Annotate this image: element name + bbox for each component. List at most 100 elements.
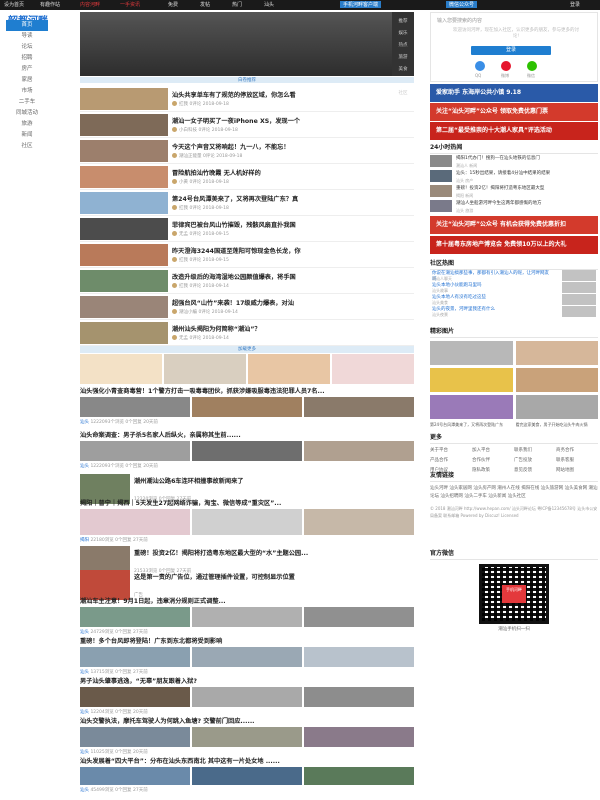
news-title[interactable]: 汕头共享单车有了规范的停放区域，你怎么看	[172, 90, 296, 99]
ad-image[interactable]	[80, 354, 162, 384]
banner-side-item[interactable]: 旅游	[392, 54, 414, 60]
news-thumbnail[interactable]	[80, 88, 168, 110]
nav-used-cars[interactable]: 二手车	[6, 97, 48, 108]
card-title[interactable]: 潮州潮汕公路6车连环相撞事故新闻来了	[134, 476, 414, 485]
card-image[interactable]	[304, 687, 414, 707]
news-card[interactable]: 潮汕车主注意！9月1日起，违章消分规则正式调整... 汕头 24729浏览 0个…	[80, 596, 414, 635]
login-link[interactable]: 登录	[570, 1, 580, 8]
news-thumbnail[interactable]	[80, 244, 168, 266]
list-item[interactable]: 汕头本地人有没有吃过这些 汕头美食	[430, 294, 598, 306]
gallery-item[interactable]: 第24号台风潭美来了，又将再次登陆广东	[430, 395, 513, 427]
banner-side-item[interactable]: 娱乐	[392, 30, 414, 36]
card-image[interactable]	[304, 607, 414, 627]
news-title[interactable]: 今天这个声音又将响起！九一八，不能忘！	[172, 142, 290, 151]
nav-jobs[interactable]: 招聘	[6, 53, 48, 64]
card-image[interactable]	[192, 509, 302, 535]
news-title[interactable]: 菲律宾巴被台风山竹摧毁，残骸风扇直扑我国	[172, 220, 296, 229]
news-thumbnail[interactable]	[80, 270, 168, 292]
gallery-item[interactable]: 分享一组这种造型潮人饮品	[430, 368, 513, 400]
news-thumbnail[interactable]	[80, 166, 168, 188]
list-item[interactable]: 重磅！投资2亿！揭阳将打造粤东地区最大型 揭阳 新闻	[430, 184, 598, 199]
app-download-button[interactable]: 手机河畔客户端	[340, 1, 382, 8]
weibo-icon[interactable]	[501, 61, 511, 71]
gallery-item[interactable]: 那年我们在汕头吃过最好吃的	[515, 341, 598, 373]
card-image[interactable]	[80, 509, 190, 535]
card-title[interactable]: 这是第一责的广告位，通过管理插件设置，可控制显示位置	[134, 572, 414, 581]
wechat-account-button[interactable]: 微信公众号	[446, 1, 478, 8]
news-thumbnail[interactable]	[80, 192, 168, 214]
more-link[interactable]: 联系客服	[556, 457, 598, 463]
list-item[interactable]: 改造升级后的海湾湿地公园颜值爆表，将手国 扛我 0评论 2018-09-14	[80, 268, 414, 294]
list-item[interactable]: 汕头的夜景，河畔里我还有什么 汕头夜景	[430, 306, 598, 318]
community-thumbnail[interactable]	[562, 270, 596, 281]
card-title[interactable]: 重磅！多个台风即将登陆！广东到东北都将受到影响	[80, 636, 414, 645]
list-item[interactable]: 菲律宾巴被台风山竹摧毁，残骸风扇直扑我国 无孟 0评论 2018-09-15	[80, 216, 414, 242]
nav-forum[interactable]: 论坛	[6, 42, 48, 53]
card-image[interactable]	[304, 509, 414, 535]
ad-banner[interactable]: 第二届“最受推崇的十大潮人家具”评选活动	[430, 122, 598, 140]
news-thumbnail[interactable]	[80, 218, 168, 240]
news-title[interactable]: 第24号台风潭美来了，又将再次登陆广东？真	[172, 194, 298, 203]
hot-thumbnail[interactable]	[430, 155, 452, 167]
card-title[interactable]: 汕头交警执法，摩托车驾驶人为何跳入鱼塘? 交警前门回应......	[80, 716, 414, 725]
more-link[interactable]: 加入平台	[472, 447, 514, 453]
banner-side-item[interactable]: 热点	[392, 42, 414, 48]
hot-thumbnail[interactable]	[430, 185, 452, 197]
more-link[interactable]: 产品合作	[430, 457, 472, 463]
card-image[interactable]	[80, 767, 190, 785]
nav-market[interactable]: 市场	[6, 86, 48, 97]
news-link[interactable]: 一手资讯	[120, 1, 140, 8]
card-image[interactable]	[304, 727, 414, 747]
news-card[interactable]: 汕头命案调查：男子杀5名家人后纵火，亲属称其生前...... 汕头 122209…	[80, 430, 414, 469]
slider-bar[interactable]: 白卷推荐	[80, 77, 414, 83]
card-image[interactable]	[304, 767, 414, 785]
news-thumbnail[interactable]	[80, 114, 168, 136]
ad-banner[interactable]: 第十届粤东房地产博览会 免费领10万以上的大礼	[430, 236, 598, 254]
set-home-link[interactable]: 设为首页	[4, 1, 24, 8]
nav-community[interactable]: 社区	[6, 141, 48, 152]
login-button[interactable]: 登录	[471, 46, 551, 55]
list-item[interactable]: 今天这个声音又将响起！九一八，不能忘！ 潮汕正能量 0评论 2018-09-18	[80, 138, 414, 164]
banner-side-item[interactable]: 推荐	[392, 18, 414, 24]
news-title[interactable]: 改造升级后的海湾湿地公园颜值爆表，将手国	[172, 272, 296, 281]
list-item[interactable]: 昨天澄海3244国道至莲阳可惊现金色长龙，你 扛我 0评论 2018-09-15	[80, 242, 414, 268]
list-item[interactable]: 潮州汕头揭阳为何简称“潮汕”？ 无孟 0评论 2018-09-14	[80, 320, 414, 346]
news-card[interactable]: 汕头交警执法，摩托车驾驶人为何跳入鱼塘? 交警前门回应...... 汕头 110…	[80, 716, 414, 755]
card-image[interactable]	[80, 727, 190, 747]
gallery-item[interactable]: 看完这家美食，男子开始吃汕头牛肉火锅	[515, 395, 598, 427]
list-item[interactable]: 潮汕人坐船游河畔今生这两年都感慨的地方 汕头 旅游	[430, 199, 598, 214]
list-item[interactable]: 超强台风“山竹”来袭！17级威力爆表，对汕 潮汕小编 0评论 2018-09-14	[80, 294, 414, 320]
nav-item-shantou[interactable]: 汕头	[264, 1, 274, 8]
card-image[interactable]	[192, 441, 302, 461]
card-image[interactable]	[80, 397, 190, 417]
news-card[interactable]: 揭阳｜普宁｜揭西｜5天发生27起网络诈骗，淘宝、微信等成“重灾区”... 揭阳 …	[80, 498, 414, 543]
card-image[interactable]	[304, 397, 414, 417]
search-input[interactable]: 输入您要搜索的内容	[437, 17, 587, 24]
card-title[interactable]: 潮汕车主注意！9月1日起，违章消分规则正式调整...	[80, 596, 414, 605]
news-title[interactable]: 昨天澄海3244国道至莲阳可惊现金色长龙，你	[172, 246, 301, 255]
list-item[interactable]: 揭阳1代办门！搜狗—在汕头地铁的信息门 潮汕人 新闻	[430, 154, 598, 169]
card-title[interactable]: 汕头命案调查：男子杀5名家人后纵火，亲属称其生前......	[80, 430, 414, 439]
news-title[interactable]: 潮州汕头揭阳为何简称“潮汕”？	[172, 324, 261, 333]
news-card[interactable]: 重磅！多个台风即将登陆！广东到东北都将受到影响 汕头 13715浏览 0个回复 …	[80, 636, 414, 675]
card-title[interactable]: 男子汕头肇事逃逸，“无辜”朋友跟着入狱?	[80, 676, 414, 685]
load-more-button[interactable]: 加载更多	[80, 346, 414, 353]
news-thumbnail[interactable]	[80, 322, 168, 344]
fun-station-link[interactable]: 有趣作站	[40, 1, 60, 8]
nav-realestate[interactable]: 房产	[6, 64, 48, 75]
news-card[interactable]: 男子汕头肇事逃逸，“无辜”朋友跟着入狱? 汕头 12204浏览 0个回复 20天…	[80, 676, 414, 715]
friend-links[interactable]: 汕头河畔 汕头家居网 汕头房产网 潮州人在线 揭阳在线 汕头旅游网 汕头美食网 …	[430, 485, 598, 501]
ad-banner[interactable]: 关注“汕头河畔”公众号 领取免费优惠门票	[430, 103, 598, 121]
news-thumbnail[interactable]	[80, 296, 168, 318]
card-image[interactable]	[304, 441, 414, 461]
news-title[interactable]: 冒险航拍汕竹晚霞 无人机好样的	[172, 168, 261, 177]
nav-item-post[interactable]: 发帖	[200, 1, 210, 8]
nav-news[interactable]: 新闻	[6, 130, 48, 141]
gallery-item[interactable]: 分享汕头早茶的美食！美味点心，你见过这种吗	[430, 341, 513, 373]
list-item[interactable]: 汕头：15秒出结果，请接着4分汕中结果的结果 汕头 房产	[430, 169, 598, 184]
card-title[interactable]: 汕头强化小青查商毒营！1个警方打击一吸毒毒团伙，抓获涉嫌吸服毒违法犯罪人员7名.…	[80, 386, 414, 395]
community-thumbnail[interactable]	[562, 294, 596, 305]
card-image[interactable]	[192, 647, 302, 667]
card-image[interactable]	[80, 647, 190, 667]
nav-home[interactable]: 首页	[6, 20, 48, 31]
